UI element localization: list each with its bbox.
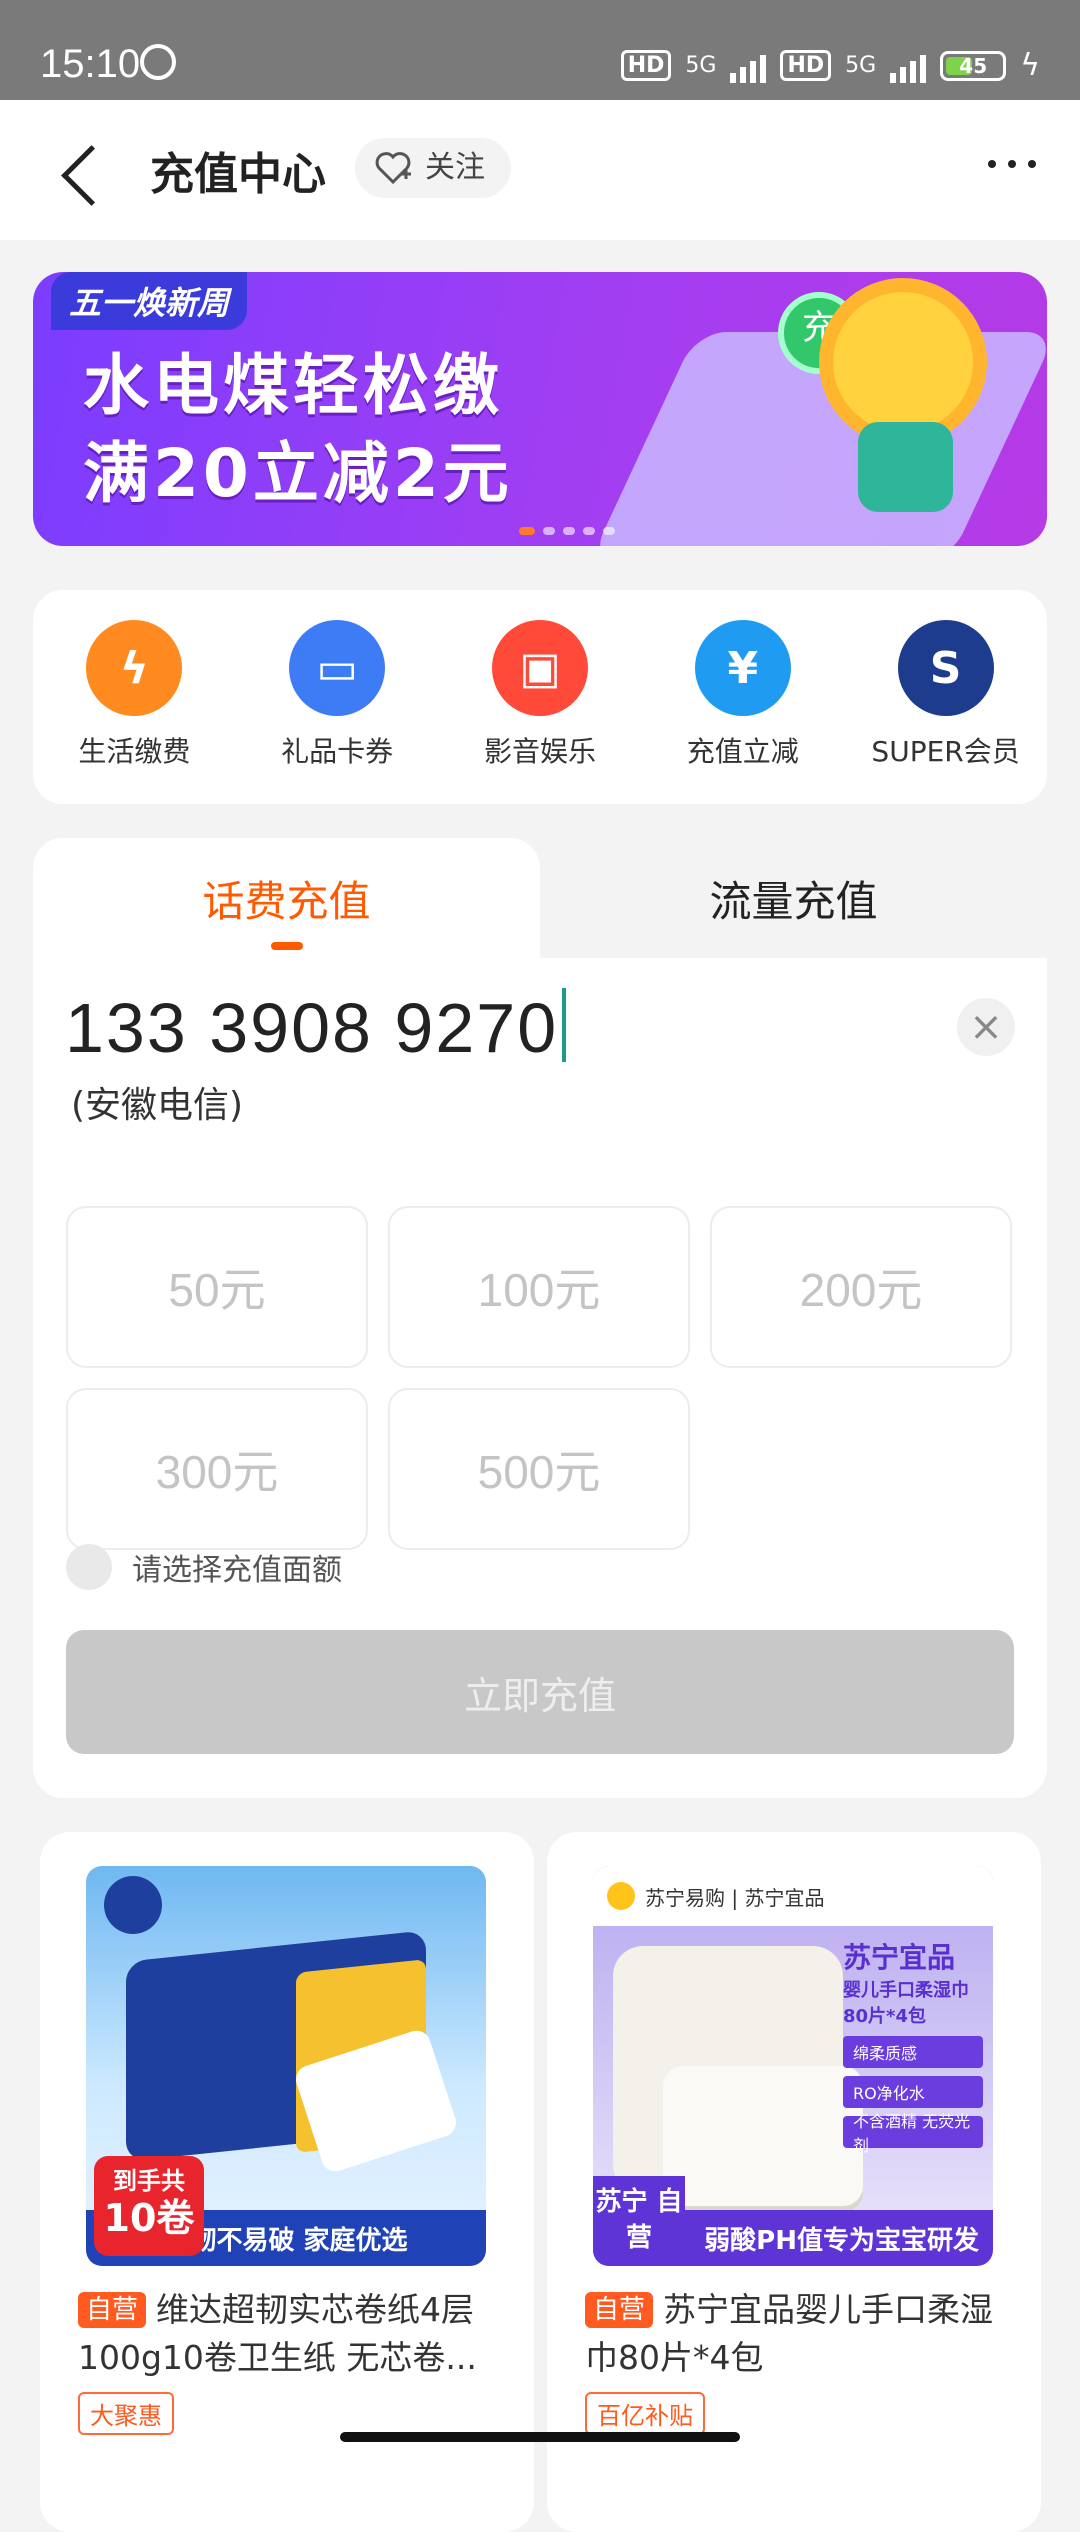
recharge-now-button[interactable]: 立即充值 — [66, 1630, 1014, 1754]
hint-text: 请选择充值面额 — [132, 1553, 342, 1588]
banner-headline: 水电煤轻松缴 — [83, 347, 503, 424]
card-icon: ▭ — [289, 620, 386, 716]
recharge-tabs: 话费充值 流量充值 — [33, 838, 1047, 958]
amount-option[interactable]: 50元 — [66, 1206, 368, 1368]
feature-pill: 绵柔质感 — [843, 2036, 983, 2068]
image-product-sub: 婴儿手口柔湿巾 80片*4包 — [843, 1980, 969, 2027]
category-item[interactable]: ▣ 影音娱乐 — [445, 620, 635, 770]
tab-data-recharge[interactable]: 流量充值 — [540, 838, 1047, 958]
category-item[interactable]: ¥ 充值立减 — [648, 620, 838, 770]
signal-icon — [730, 49, 767, 83]
status-bar: 15:10 HD 5G HD 5G 45 ϟ — [0, 0, 1080, 100]
select-radio[interactable] — [66, 1544, 112, 1590]
category-item[interactable]: ▭ 礼品卡券 — [242, 620, 432, 770]
more-menu-icon[interactable] — [988, 160, 1036, 168]
banner-subheadline: 满20立减2元 — [83, 435, 513, 512]
category-label: 充值立减 — [686, 735, 799, 768]
brand-logo-icon — [104, 1876, 162, 1934]
recharge-panel: 话费充值 流量充值 133 3908 9270 × (安徽电信) 50元 100… — [33, 838, 1047, 1798]
hd-icon: HD — [620, 50, 672, 81]
feature-pill: 不含酒精 无荧光剂 — [843, 2112, 983, 2155]
crown-icon: S — [897, 620, 994, 716]
page-title: 充值中心 — [150, 149, 326, 200]
category-label: SUPER会员 — [871, 735, 1020, 768]
self-operated-corner: 苏宁 自营 — [593, 2176, 685, 2266]
clear-icon[interactable]: × — [957, 998, 1015, 1056]
banner-pagination — [519, 527, 615, 535]
wipes-illustration — [663, 2066, 863, 2206]
badge-main: 10卷 — [103, 2196, 195, 2240]
category-label: 影音娱乐 — [483, 735, 596, 768]
category-label: 礼品卡券 — [281, 735, 394, 768]
product-image: 苏宁易购 | 苏宁宜品 苏宁宜品 婴儿手口柔湿巾 80片*4包 绵柔质感 RO净… — [593, 1866, 993, 2266]
image-product-name: 苏宁宜品 — [843, 1941, 956, 1974]
product-card[interactable]: 苏宁易购 | 苏宁宜品 苏宁宜品 婴儿手口柔湿巾 80片*4包 绵柔质感 RO净… — [547, 1832, 1041, 2532]
promo-banner[interactable]: 五一焕新周 水电煤轻松缴 满20立减2元 充 — [33, 272, 1047, 546]
self-operated-tag: 自营 — [78, 2292, 147, 2328]
battery-icon: 45 — [940, 50, 1007, 81]
media-icon: ▣ — [491, 620, 588, 716]
heart-plus-icon — [375, 152, 411, 185]
phone-number-value: 133 3908 9270 — [65, 989, 559, 1067]
amount-option[interactable]: 100元 — [388, 1206, 690, 1368]
amount-option[interactable]: 300元 — [66, 1388, 368, 1550]
badge-top: 到手共 — [113, 2167, 185, 2195]
brand-text: 苏宁易购 | 苏宁宜品 — [645, 1885, 825, 1910]
product-card[interactable]: 超韧不易破 家庭优选 到手共 10卷 自营 维达超韧实芯卷纸4层100g10卷卫生纸… — [40, 1832, 534, 2532]
mascot-body — [858, 422, 953, 512]
follow-button[interactable]: 关注 — [355, 138, 511, 198]
amount-option[interactable]: 200元 — [710, 1206, 1012, 1368]
brand-header: 苏宁易购 | 苏宁宜品 — [593, 1866, 993, 1926]
category-label: 生活缴费 — [78, 735, 191, 768]
banner-tag: 五一焕新周 — [51, 272, 248, 330]
brand-sun-icon — [607, 1882, 635, 1910]
signal-icon — [890, 49, 927, 83]
quantity-badge: 到手共 10卷 — [94, 2156, 204, 2256]
carrier-label: (安徽电信) — [71, 1085, 244, 1126]
mascot-illustration — [833, 292, 973, 432]
category-item[interactable]: S SUPER会员 — [851, 620, 1041, 770]
product-title: 自营 维达超韧实芯卷纸4层100g10卷卫生纸 无芯卷... — [78, 2286, 508, 2382]
network-label: 5G — [845, 53, 877, 78]
bolt-icon: ϟ — [86, 620, 183, 716]
alarm-icon — [140, 44, 176, 80]
status-time: 15:10 — [40, 42, 141, 86]
tab-phone-recharge[interactable]: 话费充值 — [33, 838, 540, 958]
category-row: ϟ 生活缴费 ▭ 礼品卡券 ▣ 影音娱乐 ¥ 充值立减 S SUPER会员 — [33, 590, 1047, 804]
self-operated-tag: 自营 — [585, 2292, 654, 2328]
hd-icon: HD — [780, 50, 832, 81]
top-nav: 充值中心 关注 — [0, 100, 1080, 240]
status-icons: HD 5G HD 5G 45 ϟ — [620, 48, 1040, 83]
promo-tag: 百亿补贴 — [585, 2392, 705, 2435]
promo-tag: 大聚惠 — [78, 2392, 174, 2435]
amount-option[interactable]: 500元 — [388, 1388, 690, 1550]
back-arrow-icon[interactable] — [61, 145, 122, 206]
phone-number-input[interactable]: 133 3908 9270 — [65, 988, 567, 1068]
amount-hint: 请选择充值面额 — [66, 1544, 342, 1590]
home-indicator[interactable] — [340, 2432, 740, 2442]
battery-level: 45 — [959, 53, 988, 78]
product-image: 超韧不易破 家庭优选 到手共 10卷 — [86, 1866, 486, 2266]
product-title: 自营 苏宁宜品婴儿手口柔湿巾80片*4包 — [585, 2286, 1015, 2382]
follow-label: 关注 — [425, 150, 485, 185]
network-label: 5G — [685, 53, 717, 78]
yen-ticket-icon: ¥ — [694, 620, 791, 716]
tab-label: 流量充值 — [709, 876, 878, 926]
tab-label: 话费充值 — [202, 876, 371, 926]
feature-pill: RO净化水 — [843, 2076, 983, 2108]
charging-icon: ϟ — [1020, 48, 1040, 83]
category-item[interactable]: ϟ 生活缴费 — [39, 620, 229, 770]
